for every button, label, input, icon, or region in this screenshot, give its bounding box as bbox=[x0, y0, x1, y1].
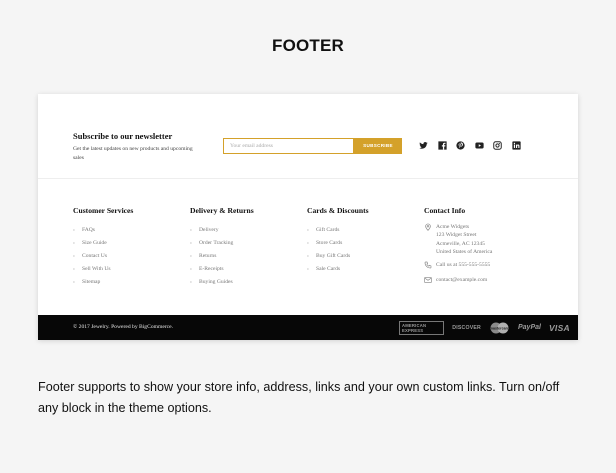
footer-link-delivery[interactable]: › Delivery bbox=[190, 223, 305, 236]
description-text: Footer supports to show your store info,… bbox=[38, 380, 560, 415]
chevron-right-icon: › bbox=[73, 226, 75, 233]
newsletter-email-input[interactable]: Your email address bbox=[223, 138, 354, 154]
twitter-icon[interactable] bbox=[417, 139, 430, 152]
address-line: United States of America bbox=[436, 248, 493, 255]
newsletter-description: Get the latest updates on new products a… bbox=[73, 146, 193, 161]
footer-link-size-guide[interactable]: › Size Guide bbox=[73, 236, 188, 249]
footer-link-returns[interactable]: › Returns bbox=[190, 249, 305, 262]
chevron-right-icon: › bbox=[307, 265, 309, 272]
chevron-right-icon: › bbox=[190, 252, 192, 259]
footer-link-contact-us[interactable]: › Contact Us bbox=[73, 249, 188, 262]
column-title: Customer Services bbox=[73, 206, 134, 215]
link-label: E-Receipts bbox=[199, 265, 224, 272]
chevron-right-icon: › bbox=[190, 226, 192, 233]
link-label: Buying Guides bbox=[199, 278, 233, 285]
discover-icon: DISCOVER bbox=[452, 324, 481, 331]
chevron-right-icon: › bbox=[73, 252, 75, 259]
amex-icon: AMERICAN EXPRESS bbox=[399, 320, 445, 335]
column-title: Contact Info bbox=[424, 206, 466, 215]
subscribe-button[interactable]: SUBSCRIBE bbox=[354, 138, 402, 154]
cards-discounts-column: Cards & Discounts › Gift Cards › Store Car… bbox=[307, 205, 422, 275]
chevron-right-icon: › bbox=[73, 265, 75, 272]
footer-bottom-bar: © 2017 Jewelry. Powered by BigCommerce. … bbox=[38, 315, 578, 340]
link-list: › Gift Cards › Store Cards › Buy Gift Cards… bbox=[307, 223, 422, 275]
customer-services-column: Customer Services › FAQs › Size Guide › Con… bbox=[73, 205, 188, 288]
column-title: Delivery & Returns bbox=[190, 206, 254, 215]
pinterest-icon[interactable] bbox=[454, 139, 467, 152]
link-list: › FAQs › Size Guide › Contact Us › Sell With… bbox=[73, 223, 188, 288]
instagram-icon[interactable] bbox=[491, 139, 504, 152]
social-links bbox=[417, 139, 528, 153]
envelope-icon bbox=[424, 276, 436, 286]
contact-email[interactable]: contact@example.com bbox=[424, 276, 554, 286]
footer-link-buying-guides[interactable]: › Buying Guides bbox=[190, 275, 305, 288]
mastercard-icon: mastercard bbox=[489, 322, 510, 334]
newsletter-section: Subscribe to our newsletter Get the late… bbox=[38, 94, 578, 179]
link-label: Contact Us bbox=[82, 252, 108, 259]
address-line: Acmeville, AC 12345 bbox=[436, 240, 485, 247]
paypal-icon: PayPal bbox=[517, 324, 541, 331]
chevron-right-icon: › bbox=[73, 278, 75, 285]
phone-text: Call us at 555-555-5555 bbox=[436, 262, 491, 269]
visa-icon: VISA bbox=[548, 322, 570, 333]
link-list: › Delivery › Order Tracking › Returns › E-Re… bbox=[190, 223, 305, 288]
footer-link-sitemap[interactable]: › Sitemap bbox=[73, 275, 188, 288]
address-line: Acme Widgets bbox=[436, 224, 470, 230]
contact-list: Acme Widgets 123 Widget Street Acmeville… bbox=[424, 223, 554, 286]
facebook-icon[interactable] bbox=[436, 139, 449, 152]
linkedin-icon[interactable] bbox=[510, 139, 523, 152]
link-label: Gift Cards bbox=[316, 226, 340, 233]
address-line: 123 Widget Street bbox=[436, 232, 477, 239]
chevron-right-icon: › bbox=[307, 252, 309, 259]
phone-icon bbox=[424, 261, 436, 271]
mastercard-label: mastercard bbox=[490, 326, 509, 330]
column-title: Cards & Discounts bbox=[307, 206, 369, 215]
chevron-right-icon: › bbox=[307, 226, 309, 233]
contact-phone[interactable]: Call us at 555-555-5555 bbox=[424, 261, 554, 271]
youtube-icon[interactable] bbox=[473, 139, 486, 152]
link-label: Sell With Us bbox=[82, 265, 111, 272]
footer-preview: Subscribe to our newsletter Get the late… bbox=[38, 94, 578, 340]
link-label: FAQs bbox=[82, 226, 95, 233]
email-text: contact@example.com bbox=[436, 277, 488, 284]
link-label: Delivery bbox=[199, 226, 219, 233]
contact-info-column: Contact Info Acme Widgets 123 Widget Str… bbox=[424, 205, 554, 286]
contact-address: Acme Widgets 123 Widget Street Acmeville… bbox=[424, 223, 554, 256]
copyright-text: © 2017 Jewelry. Powered by BigCommerce. bbox=[73, 324, 174, 330]
footer-link-faqs[interactable]: › FAQs bbox=[73, 223, 188, 236]
map-pin-icon bbox=[424, 223, 436, 233]
link-label: Sale Cards bbox=[316, 265, 341, 272]
chevron-right-icon: › bbox=[190, 278, 192, 285]
footer-link-order-tracking[interactable]: › Order Tracking bbox=[190, 236, 305, 249]
delivery-returns-column: Delivery & Returns › Delivery › Order Trac… bbox=[190, 205, 305, 288]
newsletter-title: Subscribe to our newsletter bbox=[73, 131, 173, 141]
chevron-right-icon: › bbox=[307, 239, 309, 246]
link-label: Order Tracking bbox=[199, 239, 234, 246]
footer-link-sale-cards[interactable]: › Sale Cards bbox=[307, 262, 422, 275]
link-label: Returns bbox=[199, 252, 217, 259]
chevron-right-icon: › bbox=[190, 239, 192, 246]
payment-icons: AMERICAN EXPRESS DISCOVER mastercard Pay… bbox=[399, 315, 578, 340]
footer-link-sell-with-us[interactable]: › Sell With Us bbox=[73, 262, 188, 275]
footer-link-buy-gift-cards[interactable]: › Buy Gift Cards bbox=[307, 249, 422, 262]
footer-links: Customer Services › FAQs › Size Guide › Con… bbox=[38, 179, 578, 315]
chevron-right-icon: › bbox=[73, 239, 75, 246]
link-label: Size Guide bbox=[82, 239, 107, 246]
link-label: Sitemap bbox=[82, 278, 101, 285]
chevron-right-icon: › bbox=[190, 265, 192, 272]
link-label: Buy Gift Cards bbox=[316, 252, 351, 259]
footer-link-gift-cards[interactable]: › Gift Cards bbox=[307, 223, 422, 236]
footer-link-e-receipts[interactable]: › E-Receipts bbox=[190, 262, 305, 275]
address-text: Acme Widgets 123 Widget Street Acmeville… bbox=[436, 223, 492, 256]
link-label: Store Cards bbox=[316, 239, 343, 246]
footer-link-store-cards[interactable]: › Store Cards bbox=[307, 236, 422, 249]
page-title: FOOTER bbox=[271, 36, 345, 55]
